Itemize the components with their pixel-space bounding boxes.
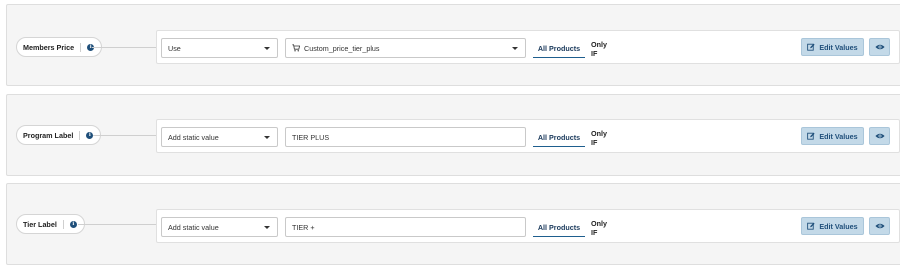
connector-line <box>92 47 156 48</box>
connector-line <box>78 224 156 225</box>
edit-values-label: Edit Values <box>819 131 858 141</box>
eye-icon <box>874 133 885 139</box>
mapping-row-members-price: Members Price i Use Custom_price_tier_pl… <box>6 4 900 86</box>
edit-values-button[interactable]: Edit Values <box>801 127 864 145</box>
mapping-row-tier-label: Tier Label i Add static value TIER + All… <box>6 183 900 265</box>
source-select[interactable]: Add static value <box>161 217 278 237</box>
tab-all-products[interactable]: All Products <box>533 219 585 237</box>
edit-icon <box>807 43 815 51</box>
chevron-down-icon <box>512 47 518 50</box>
source-select-value: Add static value <box>168 222 219 232</box>
field-label: Members Price <box>23 42 75 52</box>
connector-line <box>93 135 156 136</box>
static-value-text: TIER PLUS <box>292 132 330 142</box>
preview-button[interactable] <box>869 217 890 235</box>
preview-button[interactable] <box>869 127 890 145</box>
chevron-down-icon <box>264 47 270 50</box>
divider <box>79 130 81 140</box>
source-select-value: Add static value <box>168 132 219 142</box>
attribute-select[interactable]: Custom_price_tier_plus <box>285 38 526 58</box>
rule-config-box: Add static value TIER PLUS All Products … <box>156 119 900 153</box>
edit-values-label: Edit Values <box>819 221 858 231</box>
info-icon[interactable]: i <box>69 220 77 228</box>
tab-all-products[interactable]: All Products <box>533 40 585 58</box>
edit-values-button[interactable]: Edit Values <box>801 217 864 235</box>
source-select-value: Use <box>168 43 181 53</box>
chevron-down-icon <box>264 136 270 139</box>
cart-icon <box>292 44 300 52</box>
field-label-pill: Tier Label i <box>16 214 85 234</box>
field-label: Tier Label <box>23 219 57 229</box>
edit-icon <box>807 222 815 230</box>
static-value-input[interactable]: TIER PLUS <box>285 127 526 147</box>
tab-all-products[interactable]: All Products <box>533 129 585 147</box>
divider <box>80 42 82 52</box>
edit-values-button[interactable]: Edit Values <box>801 38 864 56</box>
attribute-select-value: Custom_price_tier_plus <box>304 43 380 53</box>
tab-only-if[interactable]: Only IF <box>591 129 615 147</box>
field-label: Program Label <box>23 130 74 140</box>
mapping-row-program-label: Program Label i Add static value TIER PL… <box>6 94 900 176</box>
rule-config-box: Use Custom_price_tier_plus All Products … <box>156 30 900 64</box>
divider <box>62 219 64 229</box>
preview-button[interactable] <box>869 38 890 56</box>
static-value-input[interactable]: TIER + <box>285 217 526 237</box>
chevron-down-icon <box>264 226 270 229</box>
eye-icon <box>874 44 885 50</box>
tab-only-if[interactable]: Only IF <box>591 219 615 237</box>
source-select[interactable]: Use <box>161 38 278 58</box>
eye-icon <box>874 223 885 229</box>
rule-config-box: Add static value TIER + All Products Onl… <box>156 209 900 243</box>
tab-only-if[interactable]: Only IF <box>591 40 615 58</box>
source-select[interactable]: Add static value <box>161 127 278 147</box>
field-label-pill: Members Price i <box>16 37 103 57</box>
field-label-pill: Program Label i <box>16 125 102 145</box>
edit-icon <box>807 132 815 140</box>
static-value-text: TIER + <box>292 222 315 232</box>
edit-values-label: Edit Values <box>819 42 858 52</box>
